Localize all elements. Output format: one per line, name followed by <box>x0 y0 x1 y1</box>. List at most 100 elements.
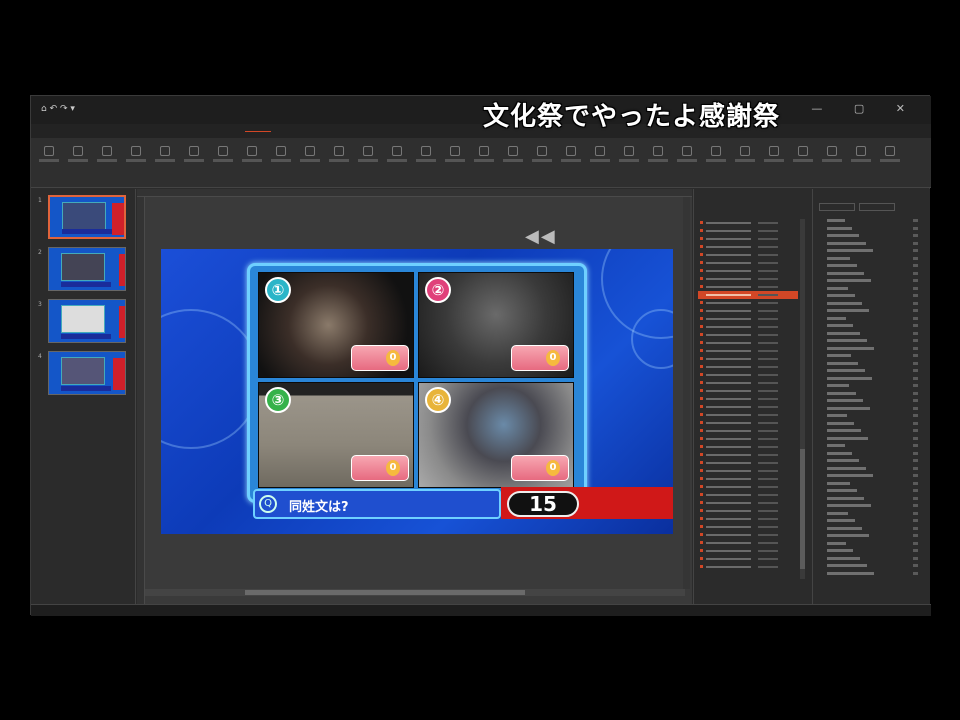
ribbon-button[interactable] <box>126 146 146 172</box>
selection-list-item[interactable] <box>827 571 874 575</box>
animation-list-item[interactable] <box>698 347 798 355</box>
ribbon-button[interactable] <box>387 146 407 172</box>
visibility-eye-icon[interactable] <box>913 369 918 372</box>
quick-access-toolbar[interactable]: ⌂ ↶ ↷ ▾ <box>41 104 75 114</box>
selection-list-item[interactable] <box>827 256 850 260</box>
animation-list-item[interactable] <box>698 307 798 315</box>
slide-thumbnail[interactable] <box>48 299 126 343</box>
visibility-eye-icon[interactable] <box>913 339 918 342</box>
selection-list-item[interactable] <box>827 414 847 417</box>
selection-list-item[interactable] <box>827 564 867 567</box>
animation-list-item[interactable] <box>698 491 798 499</box>
visibility-eye-icon[interactable] <box>913 234 918 237</box>
animation-list-item[interactable] <box>698 539 798 547</box>
selection-list-item[interactable] <box>827 541 846 545</box>
selection-list-item[interactable] <box>827 489 857 492</box>
animation-list-item[interactable] <box>698 395 798 403</box>
selection-list-item[interactable] <box>827 241 866 245</box>
visibility-eye-icon[interactable] <box>913 466 918 470</box>
visibility-eye-icon[interactable] <box>913 241 918 245</box>
ribbon-button[interactable] <box>358 146 378 172</box>
selection-list-item[interactable] <box>827 279 871 282</box>
animation-list-item[interactable] <box>698 507 798 515</box>
animation-list-item[interactable] <box>698 259 798 267</box>
animation-list-item[interactable] <box>698 467 798 475</box>
selection-list-item[interactable] <box>827 346 874 350</box>
selection-list-item[interactable] <box>827 436 868 440</box>
visibility-eye-icon[interactable] <box>913 504 918 507</box>
ribbon-button[interactable] <box>97 146 117 172</box>
selection-list-item[interactable] <box>827 534 869 537</box>
visibility-eye-icon[interactable] <box>913 421 918 425</box>
answer-panel-4[interactable]: ④ 0 <box>418 382 574 488</box>
selection-list-item[interactable] <box>827 444 845 447</box>
selection-list-item[interactable] <box>827 226 852 230</box>
horizontal-scrollbar[interactable] <box>145 589 685 596</box>
visibility-eye-icon[interactable] <box>913 256 918 260</box>
animation-list-item[interactable] <box>698 227 798 235</box>
animation-list-item[interactable] <box>698 475 798 483</box>
ribbon-button[interactable] <box>735 146 755 172</box>
selection-list-item[interactable] <box>827 429 861 432</box>
selection-list-item[interactable] <box>827 466 866 470</box>
selection-list-item[interactable] <box>827 219 845 222</box>
ribbon-button[interactable] <box>822 146 842 172</box>
animation-list-item[interactable] <box>698 411 798 419</box>
visibility-eye-icon[interactable] <box>913 436 918 440</box>
selection-list-item[interactable] <box>827 474 873 477</box>
window-controls[interactable]: — ▢ ✕ <box>811 102 919 115</box>
visibility-eye-icon[interactable] <box>913 286 918 290</box>
visibility-eye-icon[interactable] <box>913 384 918 387</box>
selection-list-item[interactable] <box>827 519 855 522</box>
visibility-eye-icon[interactable] <box>913 496 918 500</box>
selection-list-item[interactable] <box>827 399 863 402</box>
animation-list-item[interactable] <box>698 451 798 459</box>
animation-list-item[interactable] <box>698 459 798 467</box>
selection-list-item[interactable] <box>827 459 859 462</box>
question-bar[interactable]: Q 同姓文は? <box>253 489 501 519</box>
visibility-eye-icon[interactable] <box>913 429 918 432</box>
ribbon-button[interactable] <box>213 146 233 172</box>
visibility-eye-icon[interactable] <box>913 264 918 267</box>
slide-thumbnail[interactable] <box>48 351 126 395</box>
visibility-eye-icon[interactable] <box>913 316 918 320</box>
selection-list-item[interactable] <box>827 384 849 387</box>
visibility-eye-icon[interactable] <box>913 279 918 282</box>
animation-list-item[interactable] <box>698 515 798 523</box>
animation-list-item[interactable] <box>698 339 798 347</box>
selection-list-item[interactable] <box>827 361 858 365</box>
animation-list-item[interactable] <box>698 331 798 339</box>
animation-list-item[interactable] <box>698 371 798 379</box>
visibility-eye-icon[interactable] <box>913 526 918 530</box>
ribbon-button[interactable] <box>445 146 465 172</box>
visibility-eye-icon[interactable] <box>913 226 918 230</box>
ribbon-button[interactable] <box>532 146 552 172</box>
animation-list-item[interactable] <box>698 419 798 427</box>
ribbon-tab[interactable] <box>143 126 169 132</box>
ribbon-button[interactable] <box>764 146 784 172</box>
answer-panel-1[interactable]: ① 0 <box>258 272 414 378</box>
ribbon-tab[interactable] <box>381 126 407 132</box>
ribbon-button[interactable] <box>329 146 349 172</box>
animation-list-item[interactable] <box>698 251 798 259</box>
ribbon-tab[interactable] <box>347 126 373 132</box>
visibility-eye-icon[interactable] <box>913 346 918 350</box>
ribbon-button[interactable] <box>155 146 175 172</box>
selection-list-item[interactable] <box>827 526 862 530</box>
ribbon-tab[interactable] <box>75 126 101 132</box>
visibility-eye-icon[interactable] <box>913 376 918 380</box>
visibility-eye-icon[interactable] <box>913 571 918 575</box>
animation-list-item[interactable] <box>698 291 798 299</box>
animation-list-item[interactable] <box>698 547 798 555</box>
visibility-eye-icon[interactable] <box>913 541 918 545</box>
ribbon-button[interactable] <box>39 146 59 172</box>
ribbon-button[interactable] <box>619 146 639 172</box>
ribbon-button[interactable] <box>416 146 436 172</box>
animation-list-item[interactable] <box>698 531 798 539</box>
animation-pane-scrollbar[interactable] <box>800 219 805 579</box>
animation-list-item[interactable] <box>698 379 798 387</box>
visibility-eye-icon[interactable] <box>913 534 918 537</box>
ribbon-button[interactable] <box>68 146 88 172</box>
visibility-eye-icon[interactable] <box>913 294 918 297</box>
selection-list-item[interactable] <box>827 451 852 455</box>
